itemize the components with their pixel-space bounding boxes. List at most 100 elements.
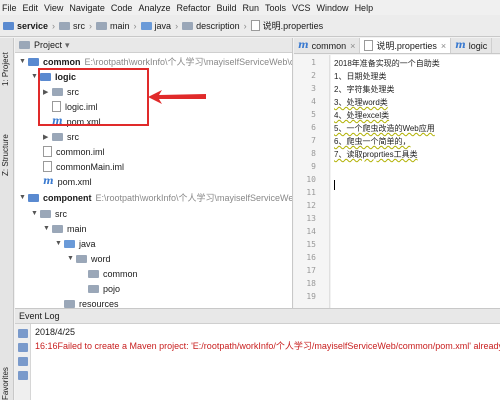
tree-item-commonmain-iml[interactable]: commonMain.iml xyxy=(43,160,124,173)
tab-structure[interactable]: Z: Structure xyxy=(1,120,13,176)
menu-code[interactable]: Code xyxy=(111,3,133,13)
tree-item-common-pom[interactable]: m pom.xml xyxy=(43,175,92,188)
tab-favorites[interactable]: Favorites xyxy=(1,358,13,400)
line-number: 10 xyxy=(306,175,316,184)
menu-analyze[interactable]: Analyze xyxy=(138,3,170,13)
editor-line: 3、处理word类 xyxy=(334,98,388,107)
line-number: 13 xyxy=(306,214,316,223)
chevron-right-icon: › xyxy=(133,20,137,31)
package-icon xyxy=(88,284,99,293)
tree-item-common[interactable]: ▼ common E:\rootpath\workInfo\个人学习\mayisel… xyxy=(19,55,292,68)
clear-icon[interactable] xyxy=(17,357,28,366)
expand-arrow-icon[interactable]: ▼ xyxy=(19,58,28,65)
chevron-down-icon[interactable]: ▾ xyxy=(65,40,70,51)
expand-arrow-icon[interactable]: ▼ xyxy=(19,194,28,201)
tree-item-component[interactable]: ▼ component E:\rootpath\workInfo\个人学习\mayi… xyxy=(19,191,292,204)
tab-properties[interactable]: 说明.properties × xyxy=(360,38,452,53)
tree-item-java[interactable]: ▼ java xyxy=(55,237,96,250)
menu-view[interactable]: View xyxy=(44,3,63,13)
source-folder-icon xyxy=(64,239,75,248)
line-number: 11 xyxy=(306,188,316,197)
menu-file[interactable]: File xyxy=(2,3,17,13)
tree-item-component-src[interactable]: ▼ src xyxy=(31,207,67,220)
menu-navigate[interactable]: Navigate xyxy=(69,3,105,13)
package-icon xyxy=(76,254,87,263)
line-number: 8 xyxy=(311,149,316,158)
breadcrumb-src[interactable]: src xyxy=(59,21,85,31)
editor-tab-bar: m common × 说明.properties × m logic xyxy=(294,38,500,54)
properties-file-icon xyxy=(250,20,260,31)
line-number: 5 xyxy=(311,110,316,119)
editor-line: 6、爬虫一个简单的， xyxy=(334,137,411,146)
line-number: 17 xyxy=(306,266,316,275)
line-number: 4 xyxy=(311,97,316,106)
expand-arrow-icon[interactable]: ▼ xyxy=(43,225,52,232)
line-number: 1 xyxy=(311,58,316,67)
breadcrumb-file[interactable]: 说明.properties xyxy=(250,19,323,32)
resources-folder-icon xyxy=(64,299,75,308)
menu-edit[interactable]: Edit xyxy=(23,3,39,13)
expand-arrow-icon[interactable]: ▼ xyxy=(31,210,40,217)
tree-item-pojo[interactable]: pojo xyxy=(88,282,120,295)
settings-icon[interactable] xyxy=(17,329,28,338)
folder-icon xyxy=(40,209,51,218)
event-error-message[interactable]: 16:16Failed to create a Maven project: '… xyxy=(35,339,500,352)
iml-file-icon xyxy=(43,146,52,157)
folder-icon xyxy=(52,224,63,233)
event-date: 2018/4/25 xyxy=(35,327,76,337)
chevron-right-icon: › xyxy=(52,20,56,31)
close-icon[interactable]: × xyxy=(441,41,446,51)
tree-item-resources[interactable]: resources xyxy=(64,297,119,308)
expand-arrow-icon[interactable]: ▶ xyxy=(43,133,52,141)
breadcrumb: service › src › main › java › descriptio… xyxy=(0,15,500,37)
module-folder-icon xyxy=(28,57,39,66)
tree-item-word[interactable]: ▼ word xyxy=(67,252,111,265)
event-log-header: Event Log xyxy=(15,309,500,324)
package-icon xyxy=(88,269,99,278)
menu-window[interactable]: Window xyxy=(317,3,349,13)
module-folder-icon xyxy=(28,193,39,202)
close-icon[interactable]: × xyxy=(350,41,355,51)
maven-icon: m xyxy=(43,176,54,187)
chevron-right-icon: › xyxy=(243,20,247,31)
event-log-toolbar xyxy=(15,324,31,400)
highlight-box xyxy=(38,68,149,126)
text-caret xyxy=(334,180,335,190)
tree-item-word-common[interactable]: common xyxy=(88,267,138,280)
expand-arrow-icon[interactable]: ▼ xyxy=(55,240,64,247)
menu-help[interactable]: Help xyxy=(355,3,374,13)
chevron-right-icon: › xyxy=(175,20,179,31)
line-number: 9 xyxy=(311,162,316,171)
breadcrumb-java[interactable]: java xyxy=(140,21,171,31)
line-number: 3 xyxy=(311,84,316,93)
breadcrumb-main[interactable]: main xyxy=(96,21,130,31)
line-number: 18 xyxy=(306,279,316,288)
tab-common[interactable]: m common × xyxy=(294,38,361,53)
menu-build[interactable]: Build xyxy=(216,3,236,13)
editor-line: 2、字符集处理类 xyxy=(334,85,395,94)
line-number: 19 xyxy=(306,292,316,301)
line-number: 7 xyxy=(311,136,316,145)
red-arrow-annotation xyxy=(148,90,206,104)
menu-refactor[interactable]: Refactor xyxy=(176,3,210,13)
breadcrumb-description[interactable]: description xyxy=(182,21,240,31)
folder-icon xyxy=(52,132,63,141)
folder-icon xyxy=(59,21,71,30)
tab-logic[interactable]: m logic xyxy=(451,38,493,53)
menu-vcs[interactable]: VCS xyxy=(292,3,311,13)
menu-tools[interactable]: Tools xyxy=(265,3,286,13)
tree-item-common-iml[interactable]: common.iml xyxy=(43,145,105,158)
project-icon xyxy=(19,41,30,49)
tree-item-main[interactable]: ▼ main xyxy=(43,222,87,235)
expand-arrow-icon[interactable]: ▼ xyxy=(67,255,76,262)
line-number: 2 xyxy=(311,71,316,80)
maven-icon: m xyxy=(455,40,466,51)
menu-run[interactable]: Run xyxy=(243,3,260,13)
tab-project[interactable]: 1: Project xyxy=(1,42,13,86)
code-editor[interactable]: 2018年准备实现的一个自助类 1、日期处理类 2、字符集处理类 3、处理wor… xyxy=(331,55,500,308)
editor-line: 7、读取proprties工具类 xyxy=(334,150,418,159)
tree-item-common-src[interactable]: ▶ src xyxy=(43,130,79,143)
scroll-icon[interactable] xyxy=(17,371,28,380)
filter-icon[interactable] xyxy=(17,343,28,352)
breadcrumb-service[interactable]: service xyxy=(3,21,48,31)
